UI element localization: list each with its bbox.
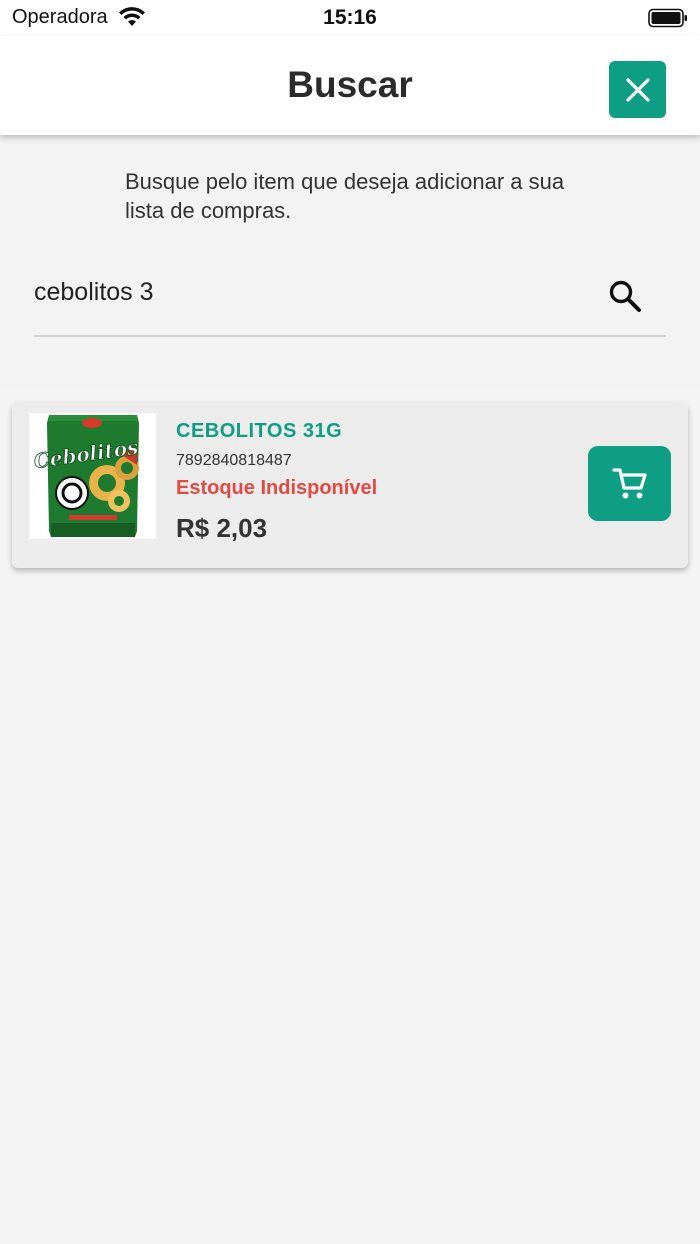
close-icon [625, 77, 650, 102]
battery-icon [648, 8, 687, 28]
cart-icon [611, 467, 647, 498]
search-input[interactable] [34, 272, 594, 312]
search-underline [34, 335, 666, 337]
product-card[interactable]: Cebolitos CEBOLITOS 31G 7892840818487 Es… [12, 402, 688, 568]
close-button[interactable] [609, 61, 666, 118]
search-icon[interactable] [607, 278, 643, 314]
status-bar: Operadora 15:16 [0, 0, 700, 36]
search-instructions: Busque pelo item que deseja adicionar a … [125, 169, 565, 223]
product-barcode: 7892840818487 [176, 452, 292, 469]
product-name: CEBOLITOS 31G [176, 420, 343, 442]
page-title: Buscar [287, 64, 413, 105]
product-price: R$ 2,03 [176, 513, 268, 543]
add-to-cart-button[interactable] [588, 446, 671, 521]
product-image: Cebolitos [29, 413, 156, 539]
cebolitos-package-image: Cebolitos [29, 413, 156, 539]
header-bar: Buscar [0, 36, 700, 135]
stock-status: Estoque Indisponível [176, 477, 378, 499]
status-time: 15:16 [323, 6, 377, 29]
